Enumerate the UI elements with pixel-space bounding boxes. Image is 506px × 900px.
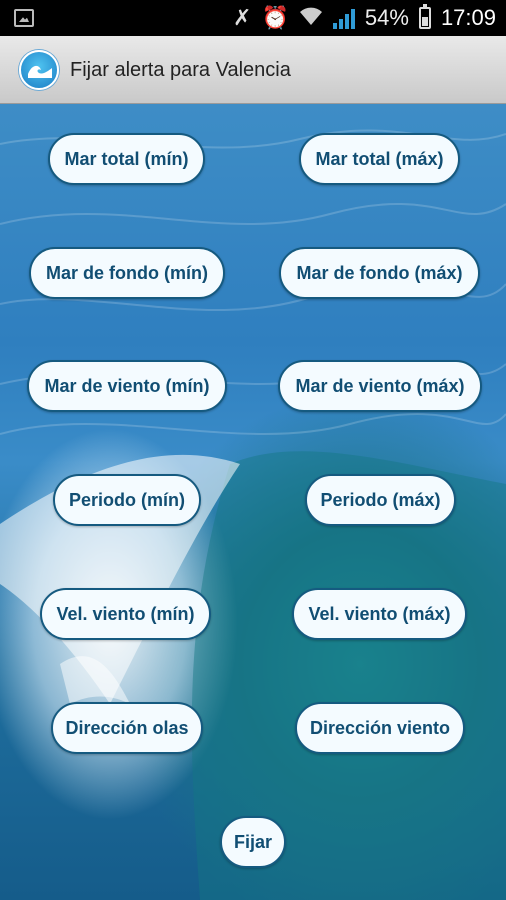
periodo-min-button[interactable]: Periodo (mín) bbox=[53, 474, 201, 526]
status-bar: ✗ ⏰ 54% 17:09 bbox=[0, 0, 506, 36]
direccion-olas-button[interactable]: Dirección olas bbox=[51, 702, 203, 754]
mar-total-min-button[interactable]: Mar total (mín) bbox=[48, 133, 205, 185]
fijar-button[interactable]: Fijar bbox=[220, 816, 286, 868]
alarm-icon: ⏰ bbox=[261, 5, 289, 30]
app-bar: Fijar alerta para Valencia bbox=[0, 36, 506, 104]
mar-fondo-max-button[interactable]: Mar de fondo (máx) bbox=[279, 247, 480, 299]
mar-total-max-button[interactable]: Mar total (máx) bbox=[299, 133, 460, 185]
wifi-icon bbox=[299, 6, 323, 30]
clock: 17:09 bbox=[440, 5, 496, 30]
mar-fondo-min-button[interactable]: Mar de fondo (mín) bbox=[29, 247, 225, 299]
status-icons: ✗ ⏰ 54% 17:09 bbox=[233, 0, 496, 36]
app-logo-icon[interactable] bbox=[19, 50, 59, 90]
gallery-icon bbox=[14, 9, 34, 27]
mar-viento-max-button[interactable]: Mar de viento (máx) bbox=[278, 360, 482, 412]
page-title: Fijar alerta para Valencia bbox=[70, 59, 291, 81]
signal-icon bbox=[332, 7, 355, 29]
mar-viento-min-button[interactable]: Mar de viento (mín) bbox=[27, 360, 227, 412]
wave-background: Mar total (mín) Mar total (máx) Mar de f… bbox=[0, 104, 506, 900]
battery-icon bbox=[418, 4, 431, 29]
mute-icon: ✗ bbox=[233, 5, 252, 30]
vel-viento-max-button[interactable]: Vel. viento (máx) bbox=[292, 588, 467, 640]
vel-viento-min-button[interactable]: Vel. viento (mín) bbox=[40, 588, 211, 640]
periodo-max-button[interactable]: Periodo (máx) bbox=[305, 474, 456, 526]
direccion-viento-button[interactable]: Dirección viento bbox=[295, 702, 465, 754]
battery-percent: 54% bbox=[364, 5, 409, 30]
